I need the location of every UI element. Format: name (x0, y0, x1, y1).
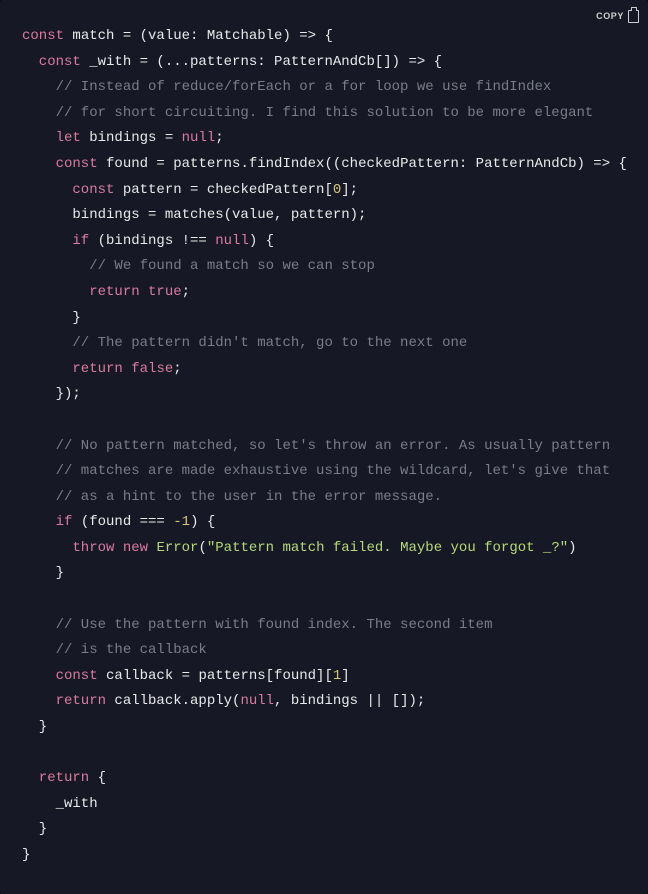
copy-label: COPY (596, 4, 624, 30)
clipboard-icon (628, 10, 639, 23)
code-block: COPY const match = (value: Matchable) =>… (0, 0, 648, 894)
code-content: const match = (value: Matchable) => { co… (22, 24, 630, 869)
copy-button[interactable]: COPY (593, 2, 642, 32)
